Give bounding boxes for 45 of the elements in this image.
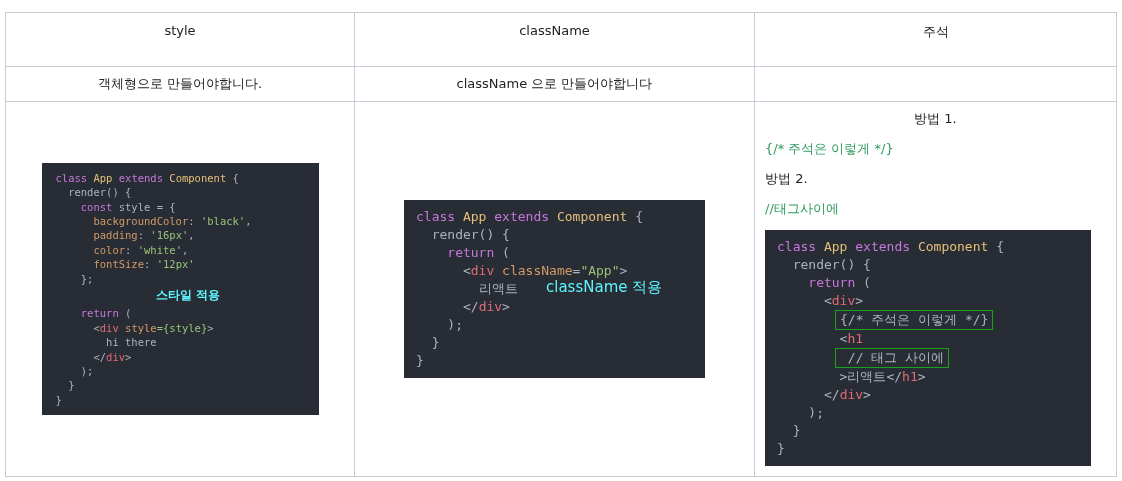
code-line: <div style={style}> <box>92 320 214 336</box>
annotation-text: 스타일 적용 <box>155 288 220 303</box>
comment-text: {/* 주석은 이렇게 */} <box>765 140 894 158</box>
code-line: } <box>791 422 801 440</box>
code-line: 리액트 <box>477 280 518 298</box>
code-line: </div> <box>822 386 871 404</box>
code-line: ); <box>79 364 94 379</box>
code-line: <h1 <box>838 330 864 348</box>
code-line: class App extends Component { <box>55 170 239 186</box>
code-line: } <box>430 334 440 352</box>
code-line: hi there <box>105 335 157 350</box>
code-line: render() { <box>67 185 132 200</box>
column-header: style <box>5 12 355 67</box>
code-line: render() { <box>430 226 510 244</box>
code-line: class App extends Component { <box>777 238 1004 256</box>
code-line: return ( <box>446 244 510 262</box>
code-line: } <box>777 440 785 458</box>
annotation-text: className 적용 <box>546 278 663 296</box>
code-line: const style = { <box>79 199 176 214</box>
code-line: render() { <box>791 256 871 274</box>
code-line: </div> <box>92 349 132 365</box>
code-line: ); <box>807 404 824 422</box>
code-line: return ( <box>79 306 132 321</box>
code-line: <div className="App"> <box>461 262 628 280</box>
table-cell: 객체형으로 만들어야합니다. <box>5 66 355 102</box>
code-line: </div> <box>461 298 510 316</box>
code-line: } <box>416 352 424 370</box>
code-line: }; <box>79 271 94 286</box>
code-line: class App extends Component { <box>416 208 643 226</box>
method-label: 방법 2. <box>765 170 808 188</box>
column-header: className <box>354 12 755 67</box>
column-header: 주석 <box>754 12 1117 67</box>
comment-text: //태그사이에 <box>765 200 839 218</box>
method-label: 방법 1. <box>914 110 957 128</box>
code-line: <div> <box>822 292 864 310</box>
code-line: color: 'white', <box>92 242 189 258</box>
code-line: padding: '16px', <box>92 228 195 243</box>
code-line: fontSize: '12px' <box>92 257 195 272</box>
code-line: } <box>67 378 75 393</box>
code-line: backgroundColor: 'black', <box>92 213 252 229</box>
table-cell: className 으로 만들어야합니다 <box>354 66 755 102</box>
code-line: return ( <box>807 274 871 292</box>
code-line: ); <box>446 316 463 334</box>
code-line: } <box>55 392 62 408</box>
code-line: >리액트</h1> <box>838 368 926 386</box>
